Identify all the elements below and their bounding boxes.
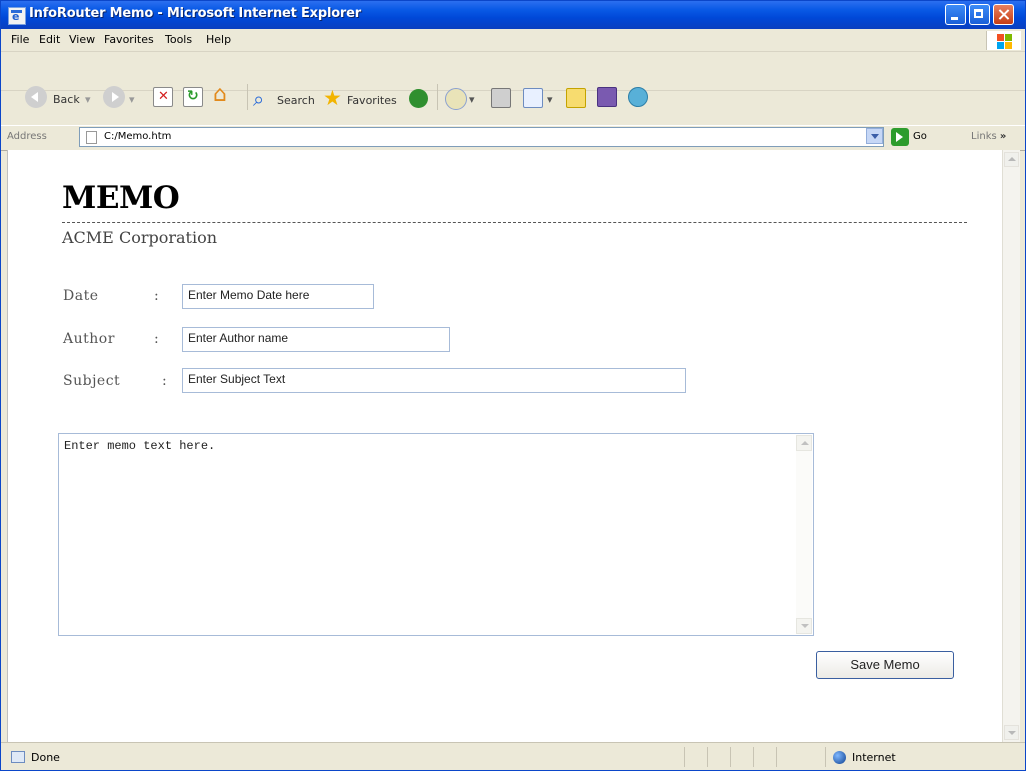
edit-icon[interactable]: [523, 88, 543, 108]
status-text: Done: [31, 751, 60, 764]
minimize-button[interactable]: [945, 4, 966, 25]
author-label: Author: [63, 331, 115, 347]
status-separator: [825, 747, 826, 767]
edit-dropdown-icon[interactable]: ▾: [547, 93, 553, 117]
status-separator: [684, 747, 685, 767]
zone-text: Internet: [852, 751, 896, 764]
history-icon[interactable]: [409, 89, 428, 108]
date-colon: :: [154, 288, 159, 304]
back-button-label[interactable]: Back: [53, 93, 80, 117]
author-input[interactable]: Enter Author name: [182, 327, 450, 352]
page-scrollbar[interactable]: [1002, 150, 1020, 742]
internet-zone-icon: [833, 751, 846, 764]
go-arrow-icon: [891, 128, 909, 146]
menu-edit[interactable]: Edit: [39, 33, 60, 46]
title-divider: [62, 222, 967, 223]
standard-toolbar: Back ▾ ▾ ✕ ↻ ⌂ ⌕ Search ★ Favorites ▾ ▾: [1, 52, 1025, 111]
address-dropdown-icon[interactable]: [866, 128, 883, 144]
links-label: Links: [971, 131, 997, 142]
subject-input[interactable]: Enter Subject Text: [182, 368, 686, 393]
print-icon[interactable]: [491, 88, 511, 108]
back-arrow-icon[interactable]: [25, 86, 47, 108]
home-icon[interactable]: ⌂: [213, 82, 233, 107]
status-bar: Done Internet: [1, 742, 1025, 770]
status-separator: [730, 747, 731, 767]
address-bar: Address C:/Memo.htm Go Links »: [1, 125, 1025, 151]
forward-arrow-icon[interactable]: [103, 86, 125, 108]
date-label: Date: [63, 288, 99, 304]
menu-view[interactable]: View: [69, 33, 95, 46]
mail-icon[interactable]: [445, 88, 467, 110]
memo-title: MEMO: [62, 180, 180, 216]
refresh-icon[interactable]: ↻: [183, 87, 203, 107]
ie-page-icon: [8, 7, 26, 25]
discuss-icon[interactable]: [566, 88, 586, 108]
stop-icon[interactable]: ✕: [153, 87, 173, 107]
menu-file[interactable]: File: [11, 33, 29, 46]
windows-logo-icon: [986, 31, 1021, 50]
status-separator: [707, 747, 708, 767]
address-label: Address: [7, 131, 47, 142]
menu-favorites[interactable]: Favorites: [104, 33, 154, 46]
page-content: MEMO ACME Corporation Date : Enter Memo …: [7, 150, 1003, 742]
address-input[interactable]: C:/Memo.htm: [79, 127, 884, 147]
go-button[interactable]: Go: [891, 128, 946, 146]
textarea-scrollbar[interactable]: [796, 435, 812, 634]
messenger-icon[interactable]: [628, 87, 648, 107]
window-title: InfoRouter Memo - Microsoft Internet Exp…: [29, 6, 361, 21]
research-icon[interactable]: [597, 87, 617, 107]
status-separator: [776, 747, 777, 767]
search-button-label[interactable]: Search: [277, 94, 315, 118]
menu-tools[interactable]: Tools: [165, 33, 192, 46]
links-button[interactable]: Links »: [971, 131, 1006, 142]
subject-label: Subject: [63, 373, 121, 389]
favorites-button-label[interactable]: Favorites: [347, 94, 397, 118]
page-scroll-down-icon[interactable]: [1004, 725, 1019, 740]
scroll-up-arrow-icon[interactable]: [796, 435, 812, 451]
status-separator: [753, 747, 754, 767]
page-done-icon: [11, 751, 25, 763]
forward-dropdown-icon[interactable]: ▾: [129, 93, 135, 117]
search-icon[interactable]: ⌕: [253, 87, 264, 111]
scroll-down-arrow-icon[interactable]: [796, 618, 812, 634]
date-input[interactable]: Enter Memo Date here: [182, 284, 374, 309]
author-colon: :: [154, 331, 159, 347]
maximize-button[interactable]: [969, 4, 990, 25]
address-value[interactable]: C:/Memo.htm: [104, 131, 171, 142]
toolbar-separator: [247, 84, 248, 110]
page-file-icon: [86, 131, 97, 144]
title-bar[interactable]: InfoRouter Memo - Microsoft Internet Exp…: [1, 1, 1025, 29]
close-button[interactable]: [993, 4, 1014, 25]
subject-colon: :: [162, 373, 167, 389]
go-label: Go: [913, 131, 927, 142]
mail-dropdown-icon[interactable]: ▾: [469, 93, 475, 117]
menu-bar: File Edit View Favorites Tools Help: [1, 29, 1025, 52]
save-memo-button[interactable]: Save Memo: [816, 651, 954, 679]
page-scroll-up-icon[interactable]: [1004, 152, 1019, 167]
menu-help[interactable]: Help: [206, 33, 231, 46]
toolbar-separator: [437, 84, 438, 110]
memo-body-text[interactable]: Enter memo text here.: [64, 439, 215, 453]
back-dropdown-icon[interactable]: ▾: [85, 93, 91, 117]
browser-window: InfoRouter Memo - Microsoft Internet Exp…: [0, 0, 1026, 771]
company-name: ACME Corporation: [62, 228, 218, 247]
memo-body-textarea[interactable]: Enter memo text here.: [58, 433, 814, 636]
favorites-star-icon[interactable]: ★: [323, 86, 342, 110]
